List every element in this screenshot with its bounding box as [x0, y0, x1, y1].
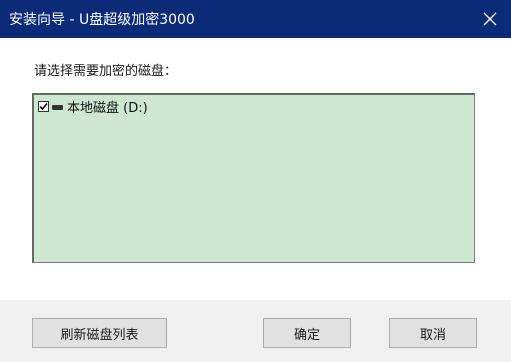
- refresh-disk-list-button[interactable]: 刷新磁盘列表: [32, 318, 167, 348]
- ok-button[interactable]: 确定: [263, 318, 351, 348]
- close-button[interactable]: [469, 0, 511, 38]
- disk-checkbox[interactable]: [38, 100, 49, 112]
- disk-select-prompt: 请选择需要加密的磁盘：: [34, 64, 178, 79]
- installer-window: 安装向导 - U盘超级加密3000 请选择需要加密的磁盘： 本地磁盘 (D:) …: [0, 0, 511, 362]
- content-area: 请选择需要加密的磁盘： 本地磁盘 (D:): [0, 38, 511, 300]
- checkbox-checked-icon: [39, 102, 48, 110]
- disk-label: 本地磁盘 (D:): [67, 100, 148, 116]
- window-title: 安装向导 - U盘超级加密3000: [9, 12, 195, 28]
- title-bar: 安装向导 - U盘超级加密3000: [0, 0, 511, 38]
- drive-icon: [52, 105, 63, 110]
- disk-item[interactable]: 本地磁盘 (D:): [38, 98, 148, 116]
- cancel-button[interactable]: 取消: [389, 318, 477, 348]
- close-icon: [483, 12, 497, 26]
- button-bar: 刷新磁盘列表 确定 取消: [0, 300, 511, 362]
- disk-list[interactable]: 本地磁盘 (D:): [32, 93, 475, 263]
